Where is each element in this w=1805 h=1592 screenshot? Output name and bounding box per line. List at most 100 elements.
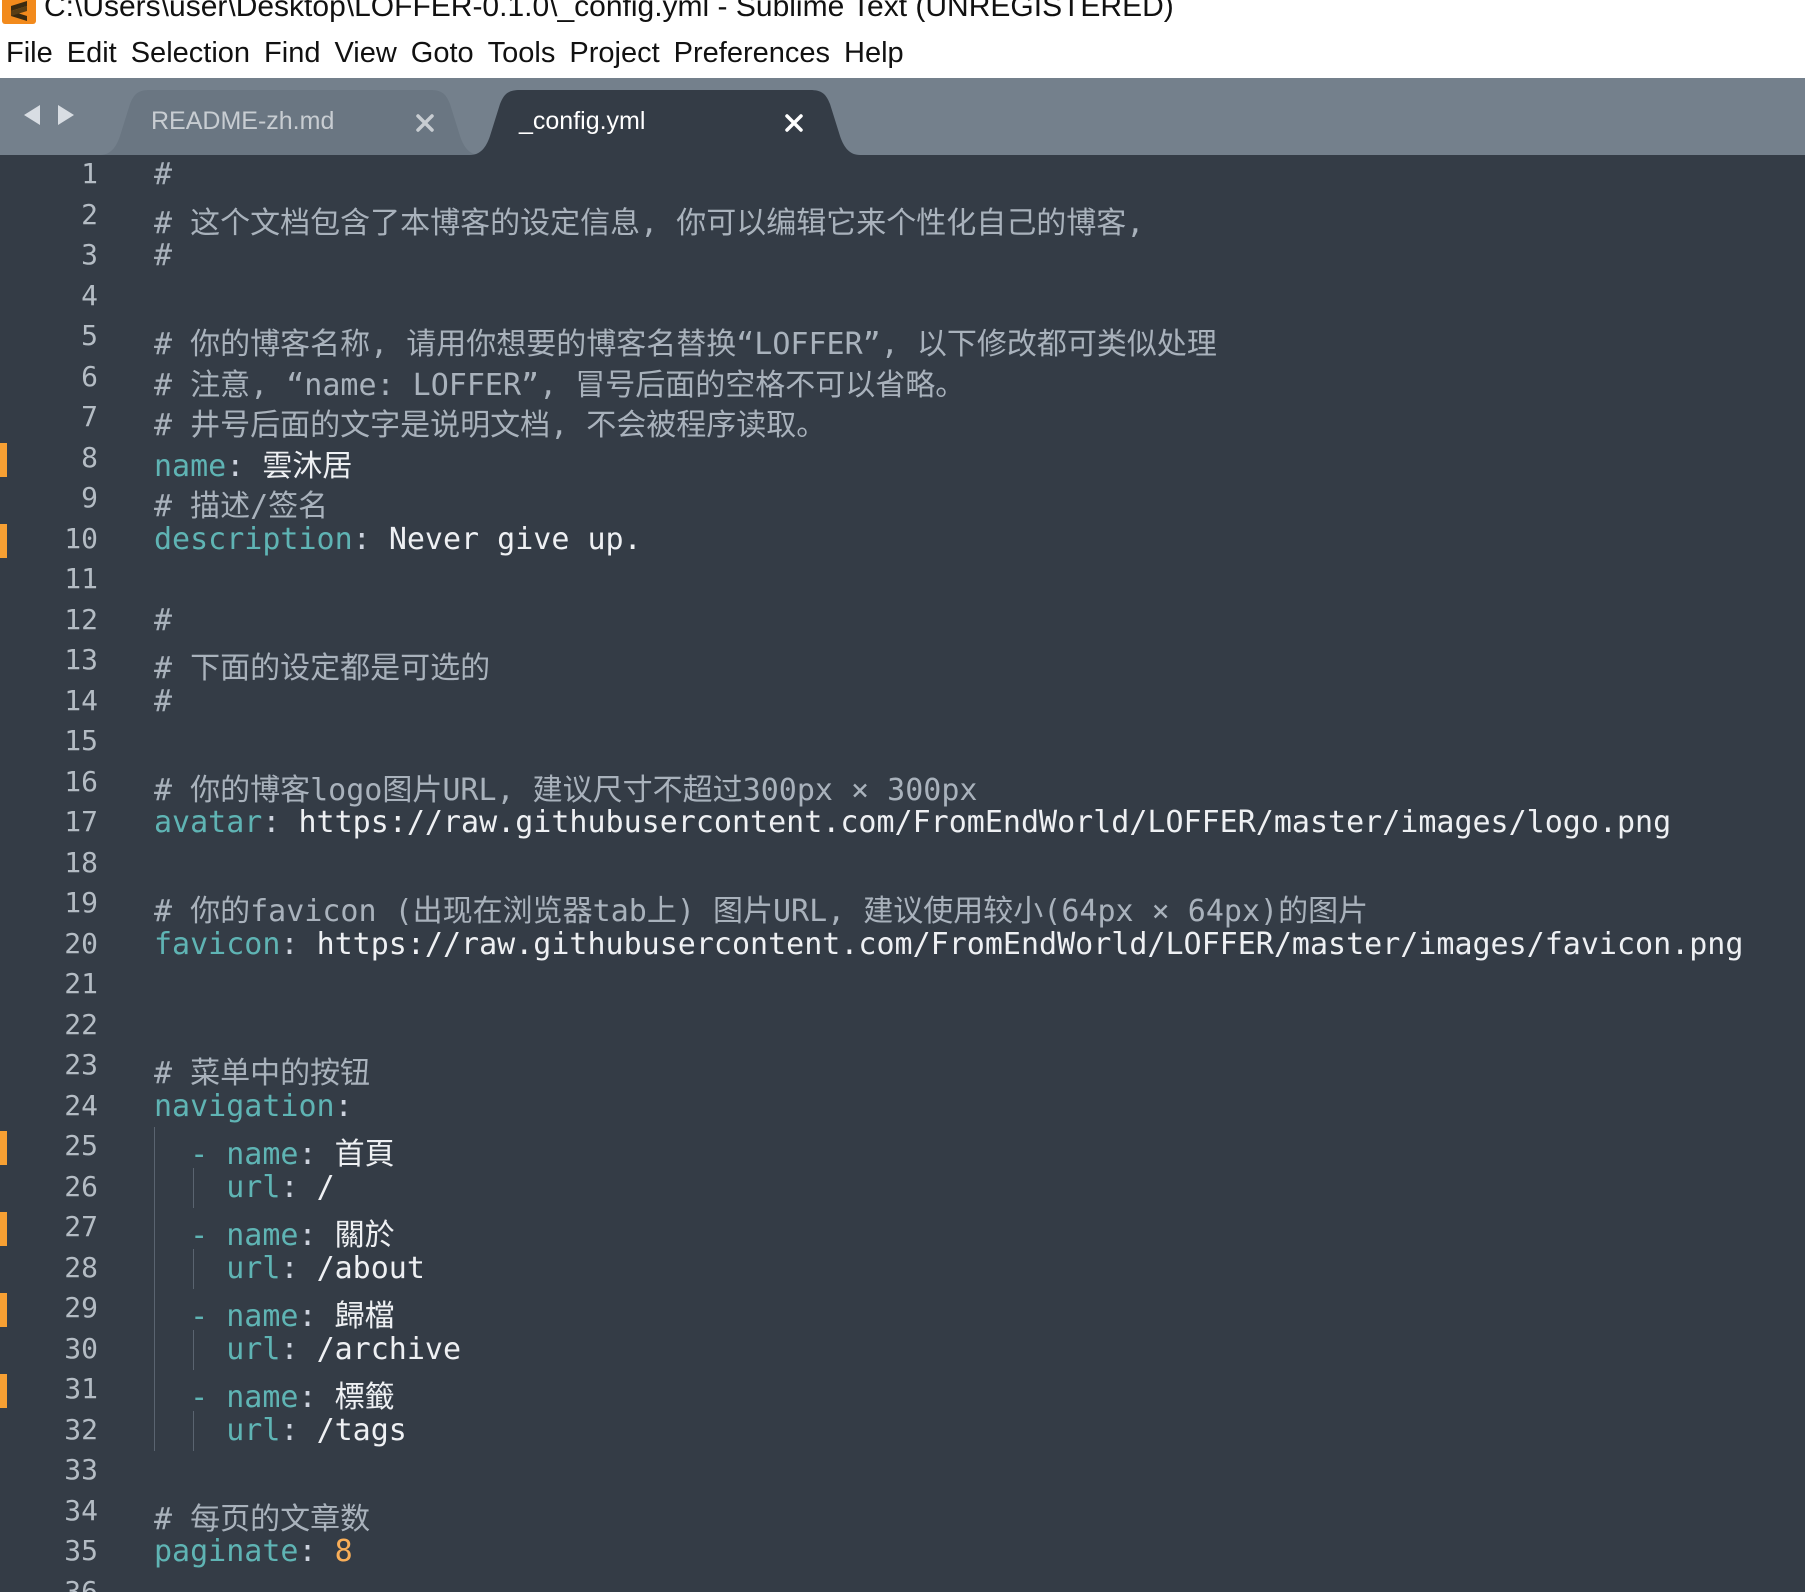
code-line[interactable]: 11 [0,560,1805,601]
line-number: 12 [64,602,98,636]
line-number: 3 [81,238,98,271]
line-code: # 这个文档包含了本博客的设定信息, 你可以编辑它来个性化自己的博客, [154,198,1144,242]
code-line[interactable]: 20 favicon: https://raw.githubusercontent… [0,925,1805,966]
code-line[interactable]: 2 # 这个文档包含了本博客的设定信息, 你可以编辑它来个性化自己的博客, [0,196,1805,241]
line-number: 10 [64,521,98,555]
tab-label: README-zh.md [151,107,335,135]
token-key: favicon [154,926,281,962]
token-key: description [154,521,353,557]
menu-help[interactable]: Help [844,37,904,70]
menu-edit[interactable]: Edit [67,37,117,70]
code-line[interactable]: 36 [0,1573,1805,1592]
code-line[interactable]: 8 name: 雲沐居 [0,439,1805,484]
code-line[interactable]: 34 # 每页的文章数 [0,1492,1805,1537]
line-number: 24 [64,1088,98,1122]
line-code: # [154,238,172,273]
line-code: - name: 標籤 [154,1372,395,1416]
title-bar: C:\Users\user\Desktop\LOFFER-0.1.0\_conf… [0,0,1805,28]
line-number: 13 [64,643,98,676]
code-line[interactable]: 15 [0,722,1805,763]
line-number: 4 [81,278,98,312]
code-line[interactable]: 27 - name: 關於 [0,1208,1805,1253]
tab-prev-arrow-icon[interactable] [22,103,42,127]
line-code: - name: 首頁 [154,1129,395,1173]
line-number: 17 [64,805,98,838]
code-line[interactable]: 33 [0,1451,1805,1492]
token-punc: : [280,1331,317,1367]
code-line[interactable]: 35 paginate: 8 [0,1532,1805,1573]
line-code: # 你的博客logo图片URL, 建议尺寸不超过300px × 300px [154,765,977,809]
token-cmt: # [154,157,173,192]
line-number: 29 [64,1291,98,1324]
line-number: 21 [64,967,98,1000]
line-number: 9 [81,481,98,514]
code-line[interactable]: 23 # 菜单中的按钮 [0,1046,1805,1091]
code-line[interactable]: 29 - name: 歸檔 [0,1289,1805,1334]
code-line[interactable]: 30 url: /archive [0,1329,1805,1370]
code-line[interactable]: 12 # [0,601,1805,642]
token-punc: : [262,805,299,840]
token-key: paginate [154,1534,299,1569]
line-code: name: 雲沐居 [154,441,352,485]
token-punc: : [334,1088,353,1124]
code-line[interactable]: 18 [0,844,1805,885]
tab-next-arrow-icon[interactable] [56,103,76,127]
token-val: https://raw.githubusercontent.com/FromEn… [316,926,1744,962]
code-line[interactable]: 22 [0,1006,1805,1047]
menu-file[interactable]: File [6,37,53,70]
code-line[interactable]: 4 [0,277,1805,318]
code-line[interactable]: 28 url: /about [0,1248,1805,1289]
code-line[interactable]: 1 # [0,155,1805,196]
tab-readme[interactable]: README-zh.md [100,90,480,155]
line-number: 14 [64,683,98,717]
token-cmt: # [154,683,173,719]
code-line[interactable]: 3 # [0,236,1805,277]
line-code: url: / [154,1169,335,1205]
line-code: description: Never give up. [154,522,642,557]
code-line[interactable]: 31 - name: 標籤 [0,1370,1805,1415]
line-number: 19 [64,886,98,919]
code-line[interactable]: 9 # 描述/签名 [0,479,1805,524]
code-line[interactable]: 13 # 下面的设定都是可选的 [0,641,1805,686]
code-editor[interactable]: 1 #2 # 这个文档包含了本博客的设定信息, 你可以编辑它来个性化自己的博客, 3 #… [0,155,1805,1592]
code-line[interactable]: 26 url: / [0,1167,1805,1208]
menu-preferences[interactable]: Preferences [674,37,830,70]
menu-selection[interactable]: Selection [131,37,250,70]
code-line[interactable]: 21 [0,965,1805,1006]
close-icon[interactable] [783,112,805,134]
tab-config[interactable]: _config.yml [470,90,860,155]
code-line[interactable]: 10 description: Never give up. [0,520,1805,561]
code-line[interactable]: 19 # 你的favicon (出现在浏览器tab上) 图片URL, 建议使用较小… [0,884,1805,929]
menu-goto[interactable]: Goto [411,37,474,70]
line-code: paginate: 8 [154,1534,353,1569]
token-key: avatar [154,805,263,840]
token-key: url [154,1250,281,1286]
code-line[interactable]: 16 # 你的博客logo图片URL, 建议尺寸不超过300px × 300px [0,763,1805,808]
code-line[interactable]: 14 # [0,682,1805,723]
menu-bar: File Edit Selection Find View Goto Tools… [0,28,1805,78]
tab-navigation [22,103,82,129]
token-punc: : [298,1534,335,1569]
code-line[interactable]: 24 navigation: [0,1087,1805,1128]
code-line[interactable]: 7 # 井号后面的文字是说明文档, 不会被程序读取。 [0,398,1805,443]
code-line[interactable]: 32 url: /tags [0,1410,1805,1451]
code-line[interactable]: 17 avatar: https://raw.githubusercontent.… [0,803,1805,844]
close-icon[interactable] [414,112,436,134]
token-val: / [316,1169,335,1205]
line-code: # 菜单中的按钮 [154,1048,370,1092]
line-number: 11 [64,562,98,595]
menu-project[interactable]: Project [569,37,659,70]
token-val: Never give up. [388,521,642,557]
menu-find[interactable]: Find [264,37,320,70]
tab-label: _config.yml [519,107,646,135]
line-number: 8 [81,440,98,474]
line-number: 28 [64,1250,98,1284]
menu-view[interactable]: View [334,37,396,70]
code-line[interactable]: 5 # 你的博客名称, 请用你想要的博客名替换“LOFFER”, 以下修改都可类似… [0,317,1805,362]
code-line[interactable]: 6 # 注意, “name: LOFFER”, 冒号后面的空格不可以省略。 [0,358,1805,403]
token-val: https://raw.githubusercontent.com/FromEn… [298,805,1672,840]
token-val: /tags [316,1412,407,1448]
menu-tools[interactable]: Tools [488,37,556,70]
code-line[interactable]: 25 - name: 首頁 [0,1127,1805,1172]
token-val: /about [316,1250,425,1286]
